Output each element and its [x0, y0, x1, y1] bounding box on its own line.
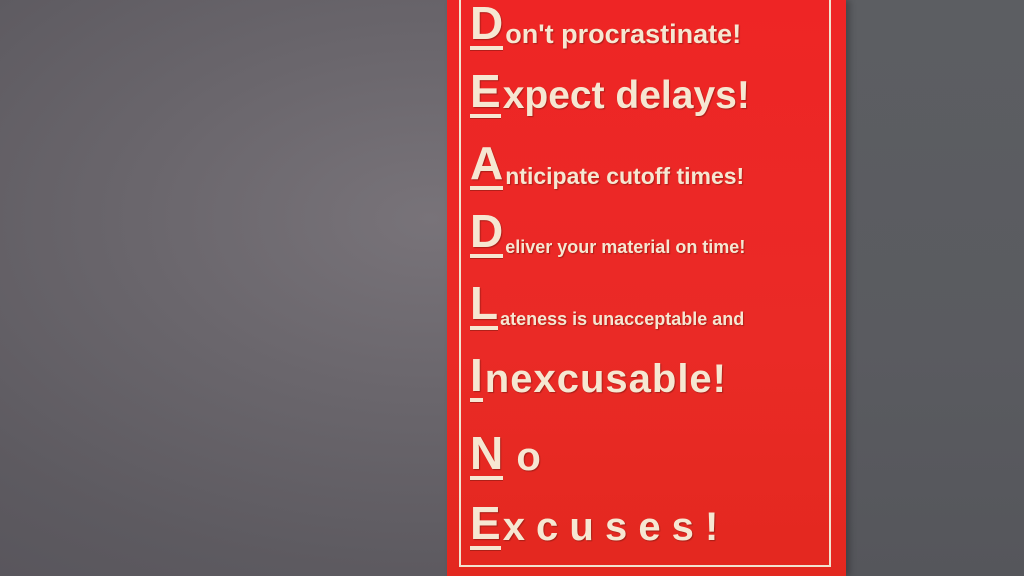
poster-line-8: E x c u s e s ! [470, 497, 719, 550]
poster-initial: D [470, 205, 504, 258]
poster-initial: E [470, 497, 501, 550]
poster-line-3: A nticipate cutoff times! [470, 137, 745, 190]
poster-line-7: N o [470, 427, 541, 480]
poster-line-text: eliver your material on time! [505, 237, 746, 257]
poster-initial: D [470, 0, 504, 50]
poster-initial: L [470, 277, 499, 330]
wall-background-right [846, 0, 1024, 576]
poster-line-text: x c u s e s ! [502, 505, 719, 549]
poster-initial: A [470, 137, 504, 190]
poster-initial: N [470, 427, 504, 480]
poster-line-text: xpect delays! [502, 74, 750, 117]
poster-initial: E [470, 65, 501, 118]
poster-line-4: D eliver your material on time! [470, 205, 746, 258]
poster-line-2: E xpect delays! [470, 65, 750, 118]
poster-line-5: L ateness is unacceptable and [470, 277, 745, 330]
poster-line-text: on't procrastinate! [505, 19, 742, 49]
poster-line-text: nexcusable! [484, 357, 727, 401]
poster-line-text: nticipate cutoff times! [505, 163, 745, 189]
poster-line-text: ateness is unacceptable and [500, 309, 745, 329]
poster-line-text: o [505, 435, 541, 479]
poster-line-1: D on't procrastinate! [470, 0, 742, 50]
poster-initial: I [470, 349, 483, 402]
poster-line-6: I nexcusable! [470, 349, 727, 402]
